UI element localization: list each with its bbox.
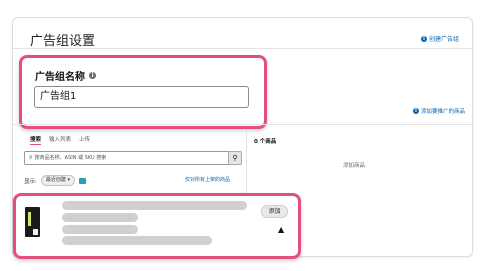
info-icon: i <box>412 108 419 114</box>
add-products-label: 添加要推广的商品 <box>420 109 465 115</box>
product-search-input[interactable]: ⚲ 按商品名称、ASIN 或 SKU 搜索 <box>24 151 236 165</box>
ad-group-name-label: 广告组名称 <box>35 72 85 83</box>
page-title: 广告组设置 <box>30 34 96 49</box>
search-icon: ⚲ <box>29 155 33 161</box>
ad-group-name-label-row: 广告组名称 i <box>35 68 96 83</box>
warning-icon: ▲ <box>278 225 285 234</box>
search-button[interactable]: ⚲ <box>228 151 242 165</box>
product-thumbnail <box>25 207 40 237</box>
column-divider <box>246 131 247 195</box>
tab-enter-list[interactable]: 输入列表 <box>49 135 71 145</box>
products-divider <box>13 124 472 125</box>
tab-upload[interactable]: 上传 <box>79 135 90 145</box>
product-count: 0 个商品 <box>254 139 277 145</box>
empty-products-label: 添加商品 <box>343 163 366 169</box>
info-icon: i <box>420 35 427 42</box>
info-icon[interactable]: i <box>89 72 96 79</box>
tab-search[interactable]: 搜索 <box>30 135 42 145</box>
product-title-placeholder <box>62 201 247 210</box>
add-product-button[interactable]: 添加 <box>261 205 288 218</box>
product-asin-placeholder <box>62 213 138 222</box>
create-ad-group-link[interactable]: i 创建广告组 <box>420 34 459 43</box>
image-icon[interactable] <box>78 177 86 184</box>
add-products-link[interactable]: i 添加要推广的商品 <box>412 107 465 115</box>
sort-dropdown[interactable]: 最近创建 ▾ <box>40 175 75 186</box>
create-ad-group-label: 创建广告组 <box>428 36 459 43</box>
product-result-card: 添加 ▲ <box>13 193 301 259</box>
header-divider <box>13 48 472 49</box>
filter-row: 显示: 最近创建 ▾ <box>24 175 86 186</box>
filter-link[interactable]: 仅对所有上架的商品 <box>185 176 230 183</box>
ad-group-name-input[interactable]: 广告组1 <box>34 86 249 108</box>
product-meta-placeholder <box>62 236 212 245</box>
search-placeholder: 按商品名称、ASIN 或 SKU 搜索 <box>34 155 107 161</box>
ad-group-name-card: 广告组名称 i 广告组1 <box>19 55 267 129</box>
sort-dropdown-value: 最近创建 <box>45 177 66 183</box>
product-price-placeholder <box>62 225 138 234</box>
filter-label: 显示: <box>24 178 37 185</box>
product-tabs: 搜索 输入列表 上传 <box>30 135 90 145</box>
